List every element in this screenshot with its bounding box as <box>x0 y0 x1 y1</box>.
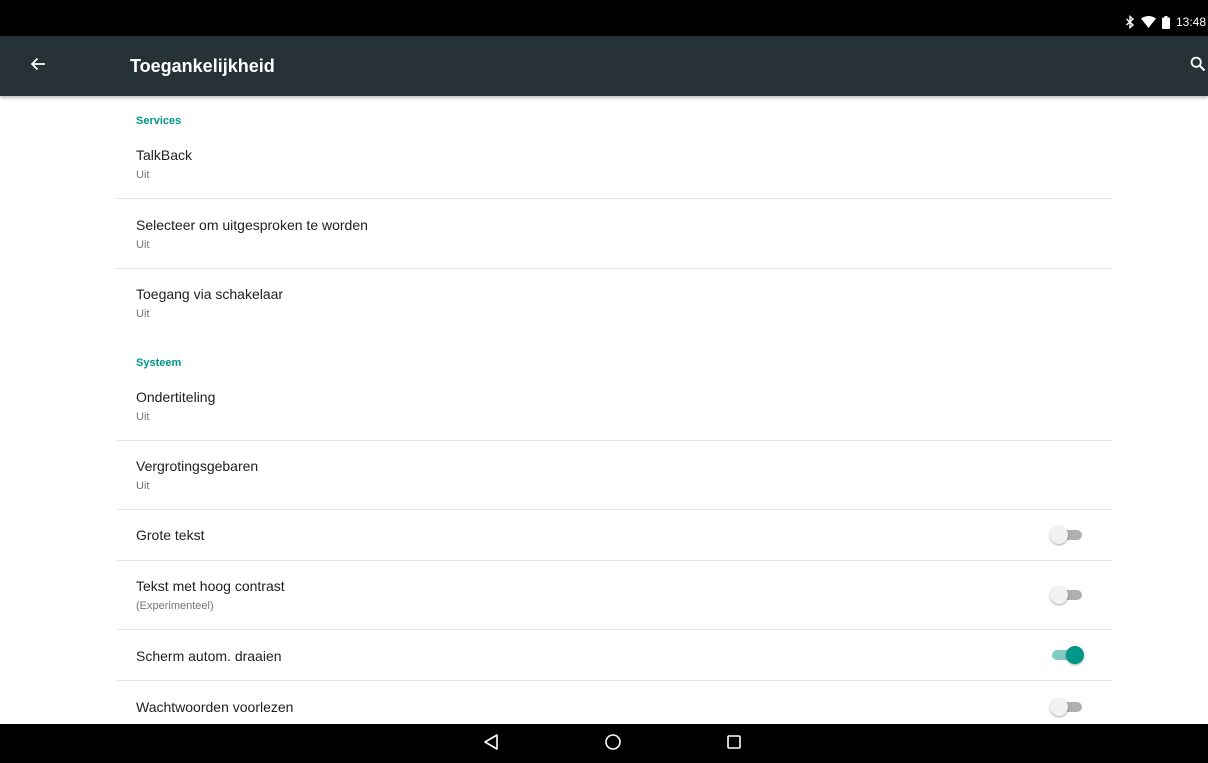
home-circle-icon <box>604 733 622 756</box>
settings-list: Services TalkBack Uit Selecteer om uitge… <box>0 96 1208 724</box>
status-bar: 13:48 <box>0 0 1208 36</box>
back-triangle-icon <box>483 733 499 756</box>
pref-auto-rotate[interactable]: Scherm autom. draaien <box>116 630 1112 681</box>
pref-title: Tekst met hoog contrast <box>136 578 285 594</box>
pref-captions[interactable]: Ondertiteling Uit <box>116 379 1112 441</box>
pref-speak-passwords[interactable]: Wachtwoorden voorlezen <box>116 681 1112 724</box>
pref-talkback[interactable]: TalkBack Uit <box>116 136 1112 199</box>
pref-summary: Uit <box>136 480 150 492</box>
pref-title: Wachtwoorden voorlezen <box>136 699 294 715</box>
navigation-bar <box>0 724 1208 763</box>
pref-title: Toegang via schakelaar <box>136 286 284 302</box>
pref-summary: Uit <box>136 308 150 320</box>
section-header-systeem: Systeem <box>136 357 182 369</box>
pref-title: Ondertiteling <box>136 389 216 405</box>
bluetooth-icon <box>1125 15 1135 29</box>
pref-summary: Uit <box>136 169 150 181</box>
pref-summary: Uit <box>136 239 150 251</box>
section-header-services: Services <box>136 115 182 127</box>
search-icon <box>1190 56 1206 77</box>
pref-title: Grote tekst <box>136 527 205 543</box>
pref-large-text[interactable]: Grote tekst <box>116 510 1112 561</box>
pref-summary: Uit <box>136 411 150 423</box>
action-bar: Toegankelijkheid <box>0 36 1208 96</box>
switch-thumb <box>1050 698 1068 716</box>
nav-recents-button[interactable] <box>722 732 746 756</box>
pref-title: Selecteer om uitgesproken te worden <box>136 217 368 233</box>
pref-switch-access[interactable]: Toegang via schakelaar Uit <box>116 269 1112 337</box>
back-button[interactable] <box>20 48 56 84</box>
switch-thumb <box>1050 526 1068 544</box>
battery-icon <box>1161 15 1170 29</box>
pref-title: TalkBack <box>136 147 193 163</box>
speak-passwords-switch[interactable] <box>1050 697 1084 717</box>
clock: 13:48 <box>1175 15 1206 29</box>
wifi-icon <box>1140 16 1156 28</box>
pref-summary: (Experimenteel) <box>136 600 214 612</box>
switch-thumb <box>1050 586 1068 604</box>
pref-select-to-speak[interactable]: Selecteer om uitgesproken te worden Uit <box>116 199 1112 269</box>
pref-title: Scherm autom. draaien <box>136 648 282 664</box>
pref-title: Vergrotingsgebaren <box>136 458 259 474</box>
switch-thumb <box>1066 646 1084 664</box>
recents-square-icon <box>726 734 742 755</box>
status-icons: 13:48 <box>1125 14 1206 30</box>
page-title: Toegankelijkheid <box>130 56 275 76</box>
pref-high-contrast-text[interactable]: Tekst met hoog contrast (Experimenteel) <box>116 561 1112 630</box>
large-text-switch[interactable] <box>1050 525 1084 545</box>
auto-rotate-switch[interactable] <box>1050 645 1084 665</box>
pref-magnification-gestures[interactable]: Vergrotingsgebaren Uit <box>116 441 1112 510</box>
search-button[interactable] <box>1170 48 1206 84</box>
high-contrast-text-switch[interactable] <box>1050 585 1084 605</box>
nav-home-button[interactable] <box>601 732 625 756</box>
nav-back-button[interactable] <box>479 732 503 756</box>
arrow-back-icon <box>30 56 46 77</box>
